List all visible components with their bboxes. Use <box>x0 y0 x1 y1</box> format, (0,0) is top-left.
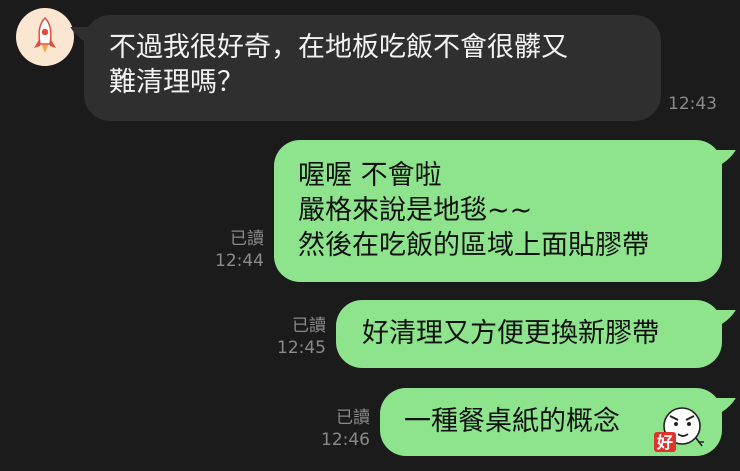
incoming-message-text: 不過我很好奇，在地板吃飯不會很髒又 難清理嗎？ <box>109 32 568 98</box>
message-receipt: 已讀 12:44 <box>200 228 264 272</box>
contact-avatar[interactable] <box>16 8 74 66</box>
read-status: 已讀 <box>336 408 370 428</box>
outgoing-message-bubble[interactable]: 好清理又方便更換新膠帶 <box>336 300 736 368</box>
outgoing-message-text: 好清理又方便更換新膠帶 <box>362 318 659 349</box>
sticker-text: 好 <box>656 433 673 452</box>
rocket-icon <box>34 16 56 53</box>
message-time: 12:45 <box>277 338 326 358</box>
message-time: 12:43 <box>668 94 717 114</box>
message-time: 12:46 <box>321 430 370 450</box>
outgoing-message-bubble[interactable]: 一種餐桌紙的概念 好 <box>380 388 736 456</box>
read-status: 已讀 <box>230 229 264 249</box>
incoming-message-bubble[interactable]: 不過我很好奇，在地板吃飯不會很髒又 難清理嗎？ <box>70 15 661 121</box>
outgoing-message-bubble[interactable]: 喔喔 不會啦 嚴格來說是地毯~~ 然後在吃飯的區域上面貼膠帶 <box>274 140 736 282</box>
message-receipt: 已讀 12:46 <box>306 407 370 451</box>
message-receipt: 已讀 12:45 <box>262 315 326 359</box>
read-status: 已讀 <box>292 316 326 336</box>
sticker-icon: 好 <box>654 407 704 452</box>
message-time: 12:44 <box>215 251 264 271</box>
outgoing-message-text: 喔喔 不會啦 嚴格來說是地毯~~ 然後在吃飯的區域上面貼膠帶 <box>298 160 649 261</box>
